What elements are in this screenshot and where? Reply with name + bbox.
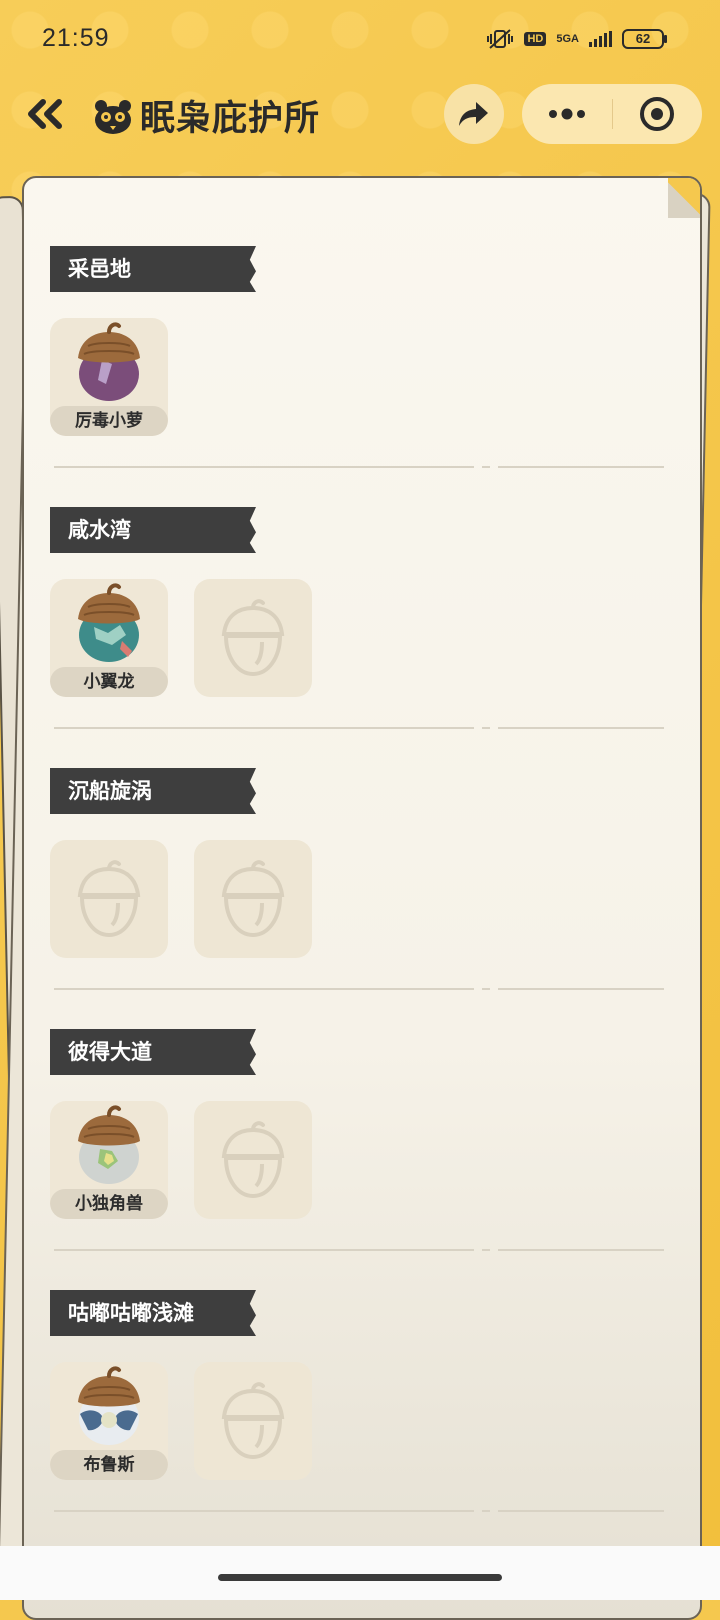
signal-icon xyxy=(589,31,612,47)
acorn-placeholder-icon xyxy=(221,1382,285,1460)
brand: 眠枭庇护所 xyxy=(92,90,320,141)
acorn-placeholder-icon xyxy=(77,860,141,938)
system-nav-bar xyxy=(0,1546,720,1600)
owl-logo-icon xyxy=(95,99,131,134)
vibrate-off-icon xyxy=(487,29,514,49)
creature-name: 布鲁斯 xyxy=(50,1450,168,1480)
back-button[interactable] xyxy=(20,92,70,136)
network-label: 5GA xyxy=(556,32,579,45)
section-divider xyxy=(54,988,664,990)
acorn-placeholder-icon xyxy=(221,860,285,938)
double-chevron-left-icon xyxy=(28,99,62,129)
acorn-icon xyxy=(72,581,146,665)
hd-badge: HD xyxy=(524,32,547,46)
creature-name: 厉毒小萝 xyxy=(50,406,168,436)
header: 眠枭庇护所 xyxy=(0,84,720,144)
slot-row: 布鲁斯 xyxy=(50,1362,312,1480)
close-button[interactable] xyxy=(613,84,703,144)
section-label: 咕嘟咕嘟浅滩 xyxy=(50,1290,256,1336)
creature-slot[interactable]: 小翼龙 xyxy=(50,579,168,697)
section-label: 彼得大道 xyxy=(50,1029,256,1075)
empty-slot[interactable] xyxy=(194,1101,312,1219)
sanctuary-paper: 采邑地 厉毒小萝 咸水湾 小翼龙 沉船旋涡 彼得大道 小独角兽 咕嘟咕嘟浅滩 布… xyxy=(22,176,702,1620)
acorn-placeholder-icon xyxy=(221,1121,285,1199)
section-label: 咸水湾 xyxy=(50,507,256,553)
page-fold xyxy=(668,178,700,218)
target-close-icon xyxy=(640,97,675,131)
empty-slot[interactable] xyxy=(194,840,312,958)
section-divider xyxy=(54,1510,664,1512)
status-bar: 21:59 HD 5GA 62 xyxy=(0,0,720,84)
section-label: 采邑地 xyxy=(50,246,256,292)
more-dots-icon xyxy=(548,108,585,120)
status-icons: HD 5GA 62 xyxy=(486,28,667,50)
status-time: 21:59 xyxy=(42,24,110,52)
acorn-icon xyxy=(72,1364,146,1448)
page-title: 眠枭庇护所 xyxy=(140,99,321,139)
slot-row: 小独角兽 xyxy=(50,1101,312,1219)
slot-row: 小翼龙 xyxy=(50,579,312,697)
share-button[interactable] xyxy=(444,84,504,144)
creature-slot[interactable]: 厉毒小萝 xyxy=(50,318,168,436)
slot-row: 厉毒小萝 xyxy=(50,318,168,436)
home-indicator[interactable] xyxy=(218,1574,502,1581)
acorn-placeholder-icon xyxy=(221,599,285,677)
section-label: 沉船旋涡 xyxy=(50,768,256,814)
section-divider xyxy=(54,1249,664,1251)
mini-program-capsule xyxy=(522,84,702,144)
acorn-icon xyxy=(72,1103,146,1187)
acorn-icon xyxy=(72,320,146,404)
creature-name: 小独角兽 xyxy=(50,1189,168,1219)
slot-row xyxy=(50,840,312,958)
creature-name: 小翼龙 xyxy=(50,667,168,697)
empty-slot[interactable] xyxy=(194,1362,312,1480)
creature-slot[interactable]: 小独角兽 xyxy=(50,1101,168,1219)
more-button[interactable] xyxy=(522,84,612,144)
section-divider xyxy=(54,727,664,729)
section-divider xyxy=(54,466,664,468)
share-arrow-icon xyxy=(459,102,488,126)
battery-icon: 62 xyxy=(622,29,667,49)
creature-slot[interactable]: 布鲁斯 xyxy=(50,1362,168,1480)
empty-slot[interactable] xyxy=(194,579,312,697)
empty-slot[interactable] xyxy=(50,840,168,958)
